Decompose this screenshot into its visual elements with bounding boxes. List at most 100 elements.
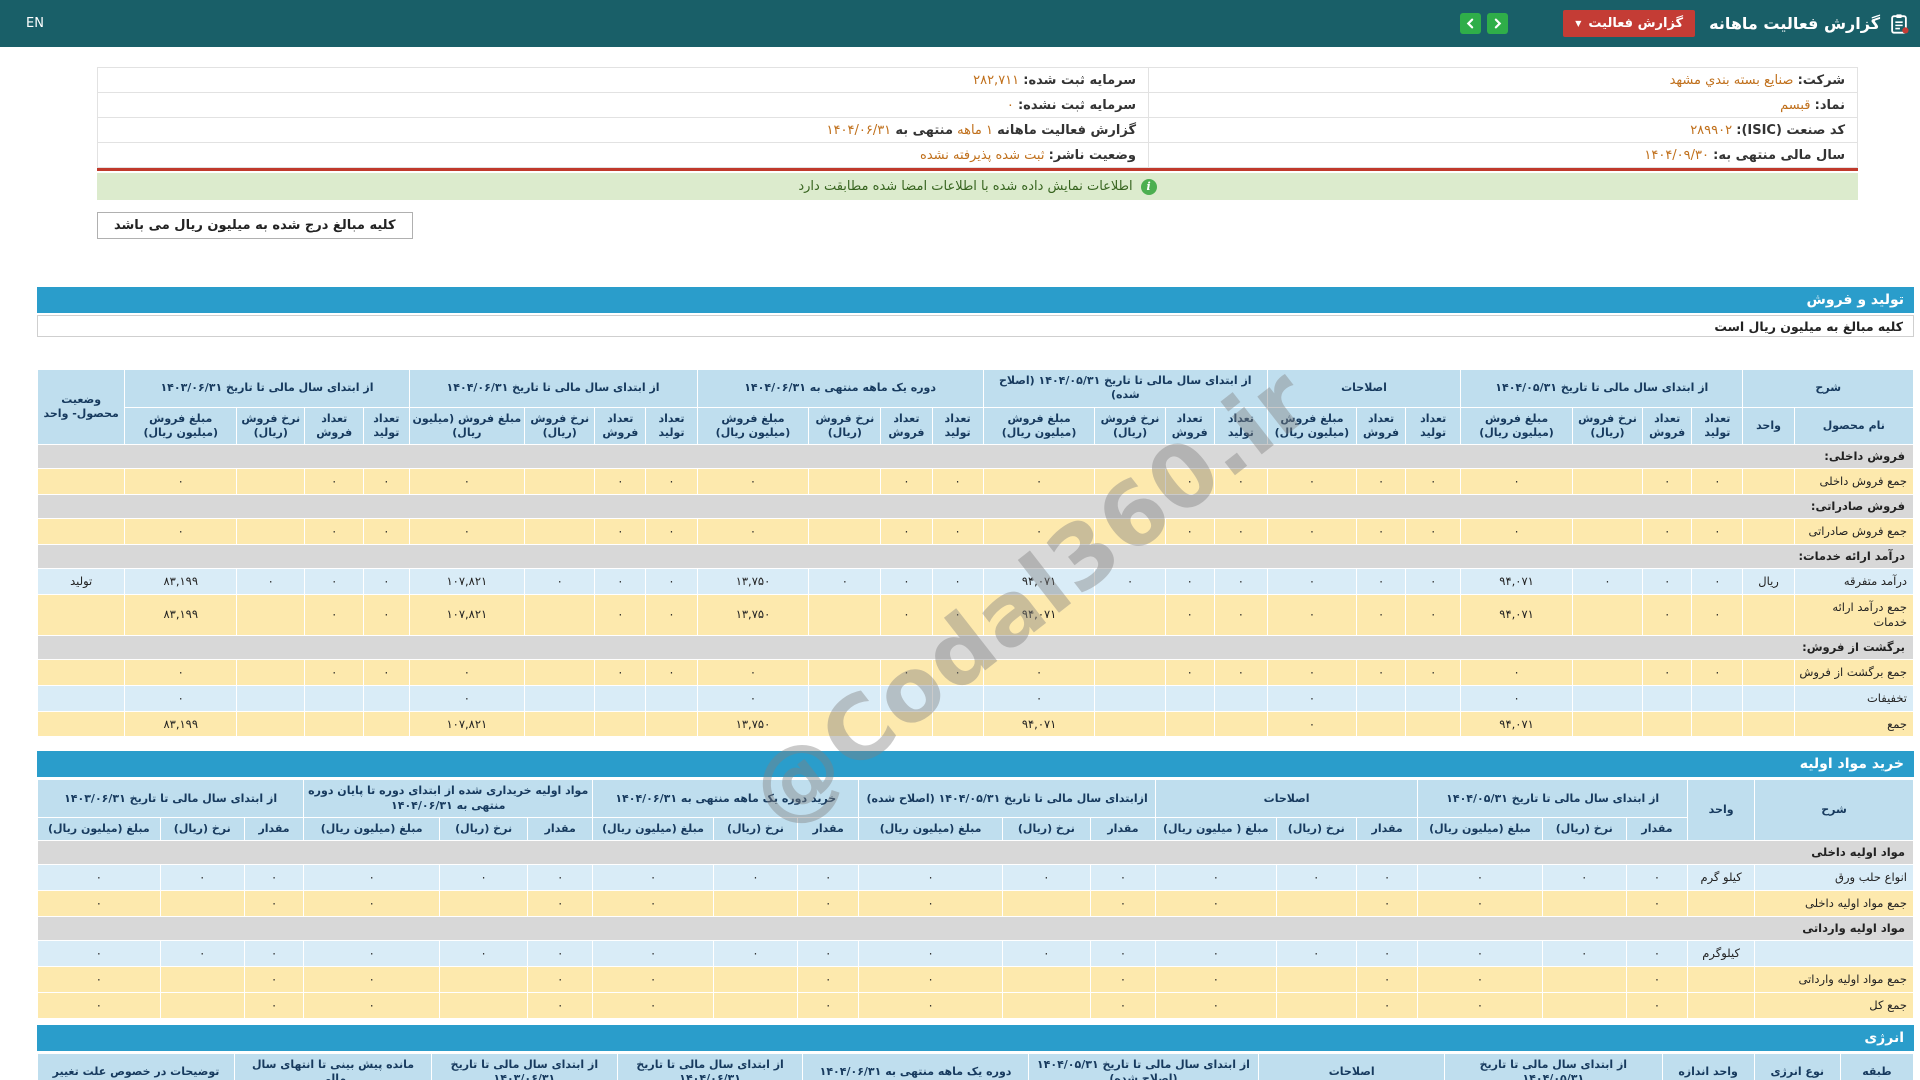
cell: ۸۳,۱۹۹ xyxy=(124,567,238,595)
header-cell: مبلغ فروش (میلیون ریال) xyxy=(982,406,1096,446)
header-cell: تعداد فروش xyxy=(1642,406,1693,446)
language-toggle[interactable]: EN xyxy=(26,16,44,31)
cell: ۰ xyxy=(858,991,1003,1019)
header-cell: از ابتدای سال مالی تا تاریخ ۱۴۰۳/۰۶/۳۱ xyxy=(431,1052,618,1080)
cell xyxy=(1405,710,1462,738)
cell xyxy=(1742,658,1795,686)
cell xyxy=(1275,966,1357,993)
header-cell: از ابتدای سال مالی تا تاریخ ۱۴۰۳/۰۶/۳۱ xyxy=(124,369,410,408)
cell: ۰ xyxy=(1001,940,1091,968)
header-cell: مقدار xyxy=(1089,817,1156,842)
cell: ۰ xyxy=(303,991,441,1019)
next-report-button[interactable] xyxy=(1487,13,1509,34)
header-cell: تعداد فروش xyxy=(1355,406,1407,446)
cell: ۰ xyxy=(1541,940,1627,968)
header-cell: تعداد تولید xyxy=(363,406,410,446)
cell: ۰ xyxy=(880,518,933,545)
cell xyxy=(1687,890,1756,918)
cell xyxy=(931,684,984,712)
cell: ۰ xyxy=(527,966,594,993)
header-cell: تعداد تولید xyxy=(1213,406,1268,446)
cell: ۰ xyxy=(1625,890,1689,918)
raw-materials-table: شرح واحد از ابتدای سال مالی تا تاریخ ۱۴۰۴/… xyxy=(36,779,1914,1019)
production-sales-table: شرح از ابتدای سال مالی تا تاریخ ۱۴۰۴/۰۵/۳… xyxy=(36,368,1915,738)
header-cell: از ابتدای سال مالی تا تاریخ ۱۴۰۳/۰۶/۳۱ xyxy=(36,779,305,819)
table-row: فروش داخلی: xyxy=(37,444,1914,470)
header-cell: نرخ فروش (ریال) xyxy=(524,406,596,446)
table-row: جمع مواد اولیه داخلی ۰ ۰ ۰ ۰ ۰ ۰ ۰ ۰ ۰ ۰ ۰ ۰ xyxy=(37,890,1914,918)
report-type-button[interactable]: گزارش فعالیت ▼ xyxy=(1563,10,1696,37)
cell xyxy=(1642,684,1693,712)
cell xyxy=(1754,940,1914,968)
cell: ۰ xyxy=(645,468,698,496)
table-row: درآمد ارائه خدمات: xyxy=(37,543,1914,569)
table-row: جمع فروش داخلی ۰ ۰ ۰ ۰ ۰ ۰ ۰ ۰ ۰ ۰ ۰ ۰ ۰ ۰ ۰ ۰ ۰ ۰ xyxy=(36,468,1915,496)
header-cell: مبلغ فروش (میلیون ریال) xyxy=(696,406,810,446)
header-cell: از ابتدای سال مالی تا تاریخ ۱۴۰۴/۰۵/۳۱ xyxy=(1460,369,1744,408)
cell: ۰ xyxy=(1355,890,1419,918)
header-cell: مواد اولیه خریداری شده از ابتدای دوره تا… xyxy=(303,779,594,819)
cell: ۰ xyxy=(696,684,810,712)
cell: ۰ xyxy=(931,468,984,496)
cell xyxy=(1094,710,1166,738)
cell: ۰ xyxy=(243,890,305,918)
cell xyxy=(524,468,596,496)
header-cell: نرخ (ریال) xyxy=(1001,817,1091,842)
cell: ۱۰۷,۸۲۱ xyxy=(408,593,526,636)
company-name-link[interactable]: صنايع بسته بندي مشهد xyxy=(1670,73,1794,88)
header-cell: مبلغ (میلیون ریال) xyxy=(1417,817,1543,842)
prev-report-button[interactable] xyxy=(1460,13,1482,34)
cell: ۰ xyxy=(1691,468,1744,496)
cell xyxy=(712,890,799,918)
table-row: انواع حلب ورق کیلو گرم ۰ ۰ ۰ ۰ ۰ ۰ ۰ ۰ ۰ ۰ ۰ ۰ ۰ ۰ ۰ ۰ ۰ ۰ xyxy=(37,864,1914,892)
cell: کیلوگرم xyxy=(1687,940,1756,968)
cell: ۰ xyxy=(408,684,526,712)
cell xyxy=(880,684,933,712)
cell xyxy=(1405,684,1462,712)
header-cell: از ابتدای سال مالی تا تاریخ ۱۴۰۴/۰۵/۳۱ xyxy=(1417,779,1689,819)
cell xyxy=(1571,710,1644,738)
cell: ۰ xyxy=(1625,864,1689,892)
cell: ۰ xyxy=(696,518,810,545)
cell: ۰ xyxy=(243,991,305,1019)
company-cell: شرکت: صنايع بسته بندي مشهد xyxy=(1148,67,1858,93)
section-bar-energy: انرژی xyxy=(37,1024,1914,1051)
header-cell: تعداد تولید xyxy=(1405,406,1462,446)
energy-table: طبقه نوع انرژی واحد اندازه از ابتدای سال ما… xyxy=(36,1052,1915,1080)
cell xyxy=(931,710,984,738)
cell: ۰ xyxy=(363,468,410,496)
cell: ۰ xyxy=(1089,864,1156,892)
cell: ۰ xyxy=(439,864,529,892)
cell: ۰ xyxy=(527,890,594,918)
cell xyxy=(1213,710,1268,738)
cell: ۰ xyxy=(858,864,1003,892)
cell: ۰ xyxy=(527,940,594,968)
header-cell: مبلغ (میلیون ریال) xyxy=(592,817,714,842)
cell: مواد اولیه وارداتی xyxy=(37,916,1914,942)
cell: ۰ xyxy=(363,658,410,686)
cell xyxy=(1275,890,1357,918)
cell: ۰ xyxy=(408,468,526,496)
cell: ۰ xyxy=(37,864,161,892)
cell: ۰ xyxy=(1154,940,1277,968)
header-cell: دوره یک ماهه منتهی به ۱۴۰۴/۰۶/۳۱ xyxy=(696,369,984,408)
cell xyxy=(36,658,126,686)
header-cell: تعداد فروش xyxy=(1164,406,1215,446)
cell xyxy=(1571,468,1644,496)
cell: ۰ xyxy=(594,468,647,496)
cell: ۰ xyxy=(303,890,441,918)
cell xyxy=(524,658,596,686)
cell xyxy=(439,991,529,1019)
cell: ۰ xyxy=(1405,518,1462,545)
cell xyxy=(1541,890,1627,918)
report-body: تولید و فروش کلیه مبالغ به میلیون ریال ا… xyxy=(36,287,1915,1080)
cell: ۰ xyxy=(1571,567,1644,595)
cell xyxy=(1001,966,1091,993)
header-row: شرح واحد از ابتدای سال مالی تا تاریخ ۱۴۰۴/… xyxy=(36,779,1914,842)
cell xyxy=(1355,684,1407,712)
cell xyxy=(808,593,882,636)
cell: ۰ xyxy=(303,864,441,892)
period-label: گزارش فعالیت ماهانه xyxy=(997,122,1137,138)
cell: ۰ xyxy=(1094,567,1166,595)
cell: ۰ xyxy=(1355,864,1419,892)
